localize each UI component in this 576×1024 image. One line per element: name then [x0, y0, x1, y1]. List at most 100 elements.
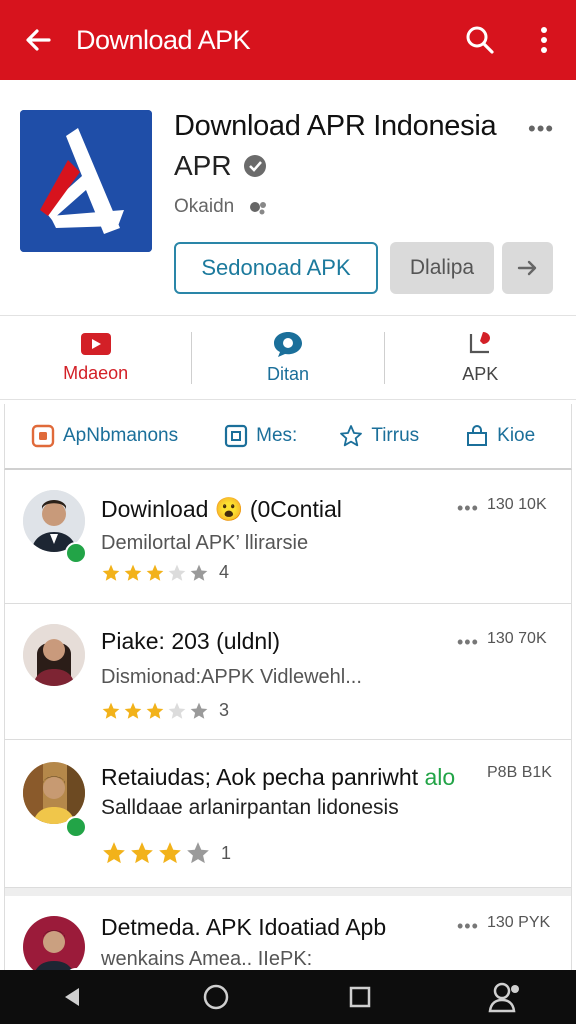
- list-item-title: Dowinload 😮 (0Contial: [101, 496, 342, 522]
- youtube-icon: [80, 333, 111, 355]
- app-bar: Download APK: [0, 0, 576, 80]
- share-button[interactable]: [502, 242, 553, 294]
- app-subtext: Okaidn: [174, 196, 235, 217]
- developer-name: APR: [174, 150, 232, 181]
- square-icon: [224, 424, 248, 448]
- verified-icon: [243, 155, 266, 177]
- list-item-meta: P8B B1K: [487, 764, 552, 781]
- settings-small-icon: [250, 202, 267, 215]
- app-logo: [20, 110, 152, 252]
- star-icon: [124, 702, 142, 719]
- shop-icon: [465, 424, 489, 448]
- share-arrow-icon: [517, 260, 536, 276]
- tab-top[interactable]: Tirrus: [339, 424, 419, 448]
- list-item-subtitle: wenkains Amea.. IIePK:: [101, 948, 313, 970]
- search-icon: [466, 26, 494, 54]
- star-empty-icon: [190, 564, 208, 581]
- list-item-meta: 130 10K: [487, 496, 547, 513]
- nav-account-icon: [488, 982, 519, 1013]
- more-icon[interactable]: •••: [457, 632, 479, 653]
- online-badge: [65, 542, 87, 564]
- rating: 1: [101, 840, 231, 866]
- star-icon: [102, 702, 120, 719]
- rating: 4: [101, 562, 229, 583]
- page-title: Download APK: [76, 24, 251, 55]
- nav-account-button[interactable]: [474, 970, 534, 1024]
- star-empty-icon: [190, 702, 208, 719]
- list-item-title-text: Piake: 203 (uldnl): [101, 628, 280, 654]
- nav-recents-icon: [349, 986, 371, 1008]
- star-icon: [159, 842, 181, 864]
- nav-recents-button[interactable]: [330, 970, 390, 1024]
- quick-action-label: Mdaeon: [63, 363, 129, 383]
- rating-count: 4: [219, 562, 230, 582]
- quick-action-video[interactable]: Mdaeon: [0, 316, 191, 399]
- rating-count: 1: [221, 842, 232, 863]
- grid-icon: [31, 424, 55, 448]
- list-item-subtitle: Salldaae arlanirpantan lidonesis: [101, 796, 399, 819]
- header-more-icon[interactable]: •••: [528, 116, 554, 142]
- quick-action-label: APK: [462, 364, 499, 384]
- more-icon[interactable]: •••: [457, 498, 479, 519]
- online-badge: [65, 816, 87, 838]
- star-icon: [146, 702, 164, 719]
- nav-home-button[interactable]: [186, 970, 246, 1024]
- more-options-button[interactable]: [512, 0, 576, 80]
- back-arrow-icon: [26, 29, 51, 51]
- avatar: [23, 916, 85, 970]
- star-icon: [102, 564, 120, 581]
- app-list: Dowinload 😮 (0Contial Demilortal APK’ ll…: [4, 470, 572, 970]
- list-item-meta: 130 70K: [487, 630, 547, 647]
- avatar: [23, 624, 85, 686]
- list-item-meta: 130 PYK: [487, 914, 551, 931]
- list-item-title: Retaiudas; Aok pecha panriwht alo: [101, 764, 455, 791]
- nav-back-icon: [65, 988, 79, 1006]
- tab-label: Mes:: [256, 425, 298, 446]
- list-item[interactable]: Dowinload 😮 (0Contial Demilortal APK’ ll…: [5, 470, 571, 604]
- list-item[interactable]: Detmeda. APK Idoatiad Apb wenkains Amea.…: [5, 888, 571, 970]
- app-logo-mark: [20, 110, 152, 252]
- star-icon: [103, 842, 125, 864]
- list-item-subtitle: Demilortal APK’ llirarsie: [101, 532, 309, 554]
- quick-action-label: Ditan: [266, 364, 309, 384]
- rating: 3: [101, 700, 229, 721]
- app-header-card: Download APR Indonesia ••• APR Okaidn Se…: [0, 80, 576, 316]
- list-item-title: Piake: 203 (uldnl): [101, 628, 280, 655]
- star-outline-icon: [339, 424, 363, 448]
- app-title: Download APR Indonesia: [174, 110, 497, 142]
- system-nav-bar: [0, 970, 576, 1024]
- list-item[interactable]: Piake: 203 (uldnl) Dismionad:APPK Vidlew…: [5, 604, 571, 740]
- search-button[interactable]: [448, 0, 512, 80]
- tab-bar: ApNbmanons Mes: Tirrus Kioe: [4, 404, 572, 470]
- tab-store[interactable]: Kioe: [465, 424, 535, 448]
- avatar: [23, 762, 85, 824]
- quick-actions: Mdaeon Ditan APK: [0, 316, 576, 400]
- more-icon[interactable]: •••: [457, 916, 479, 937]
- chat-bubble-icon: [273, 332, 302, 357]
- tab-messages[interactable]: Mes:: [224, 424, 297, 448]
- list-item-title-tag: alo: [424, 764, 456, 790]
- subtext-row: Okaidn: [174, 196, 268, 218]
- nav-back-button[interactable]: [42, 970, 102, 1024]
- developer-row: APR: [174, 150, 268, 182]
- secondary-button[interactable]: Dlalipa: [390, 242, 494, 294]
- star-icon: [124, 564, 142, 581]
- nav-home-icon: [203, 984, 229, 1010]
- star-icon: [131, 842, 153, 864]
- list-item-subtitle: Dismionad:APPK Vidlewehl...: [101, 666, 362, 688]
- quick-action-chat[interactable]: Ditan: [192, 316, 383, 399]
- download-apk-button[interactable]: Sedonoad APK: [174, 242, 378, 294]
- back-button[interactable]: [0, 0, 76, 80]
- rating-count: 3: [219, 700, 230, 720]
- list-item-title-text: Retaiudas; Aok pecha panriwht: [101, 764, 419, 790]
- quick-action-apk[interactable]: APK: [385, 316, 576, 399]
- star-empty-icon: [168, 564, 186, 581]
- tab-apps[interactable]: ApNbmanons: [31, 424, 178, 448]
- tab-label: Tirrus: [371, 425, 420, 446]
- star-empty-icon: [168, 702, 186, 719]
- more-vert-icon: [541, 27, 547, 53]
- tab-label: ApNbmanons: [63, 425, 179, 446]
- list-item[interactable]: Retaiudas; Aok pecha panriwht alo Sallda…: [5, 740, 571, 888]
- star-empty-icon: [187, 842, 209, 864]
- list-item-title: Detmeda. APK Idoatiad Apb: [101, 914, 387, 940]
